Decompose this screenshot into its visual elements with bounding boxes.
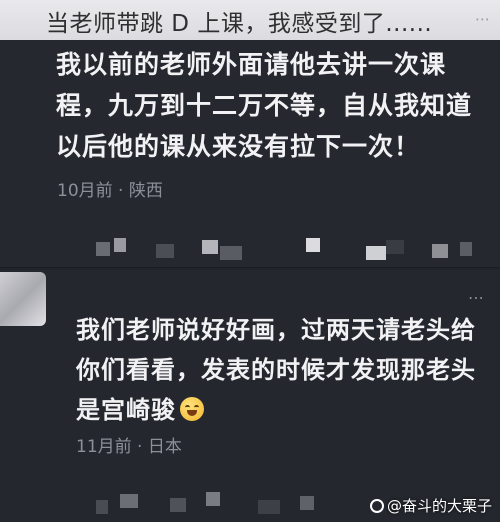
comment-body: 我们老师说好好画，过两天请老头给你们看看，发表的时候才发现那老头是宫崎骏: [76, 316, 476, 424]
watermark: @奋斗的大栗子: [369, 495, 492, 516]
grin-sweat-emoji-icon: [180, 397, 204, 421]
title-bar: 当老师带跳 D 上课，我感受到了...... ⋯: [0, 0, 500, 40]
comment-meta: 11月前 · 日本: [76, 437, 182, 457]
watermark-text: @奋斗的大栗子: [386, 497, 492, 515]
comment-card: ⋯ 我们老师说好好画，过两天请老头给你们看看，发表的时候才发现那老头是宫崎骏 1…: [0, 270, 500, 522]
comment-text: 我以前的老师外面请他去讲一次课程，九万到十二万不等，自从我知道以后他的课从来没有…: [56, 50, 473, 161]
page-title: 当老师带跳 D 上课，我感受到了......: [46, 11, 433, 37]
watermark-logo-icon: [369, 499, 384, 513]
blurred-region: [56, 238, 500, 267]
comment-text: 我们老师说好好画，过两天请老头给你们看看，发表的时候才发现那老头是宫崎骏: [76, 310, 478, 430]
more-icon[interactable]: ⋯: [475, 10, 490, 28]
comment-meta: 10月前 · 陕西: [57, 181, 163, 201]
comment-card: 我以前的老师外面请他去讲一次课程，九万到十二万不等，自从我知道以后他的课从来没有…: [0, 36, 500, 268]
avatar: [0, 272, 46, 326]
more-icon[interactable]: ⋯: [468, 288, 484, 307]
